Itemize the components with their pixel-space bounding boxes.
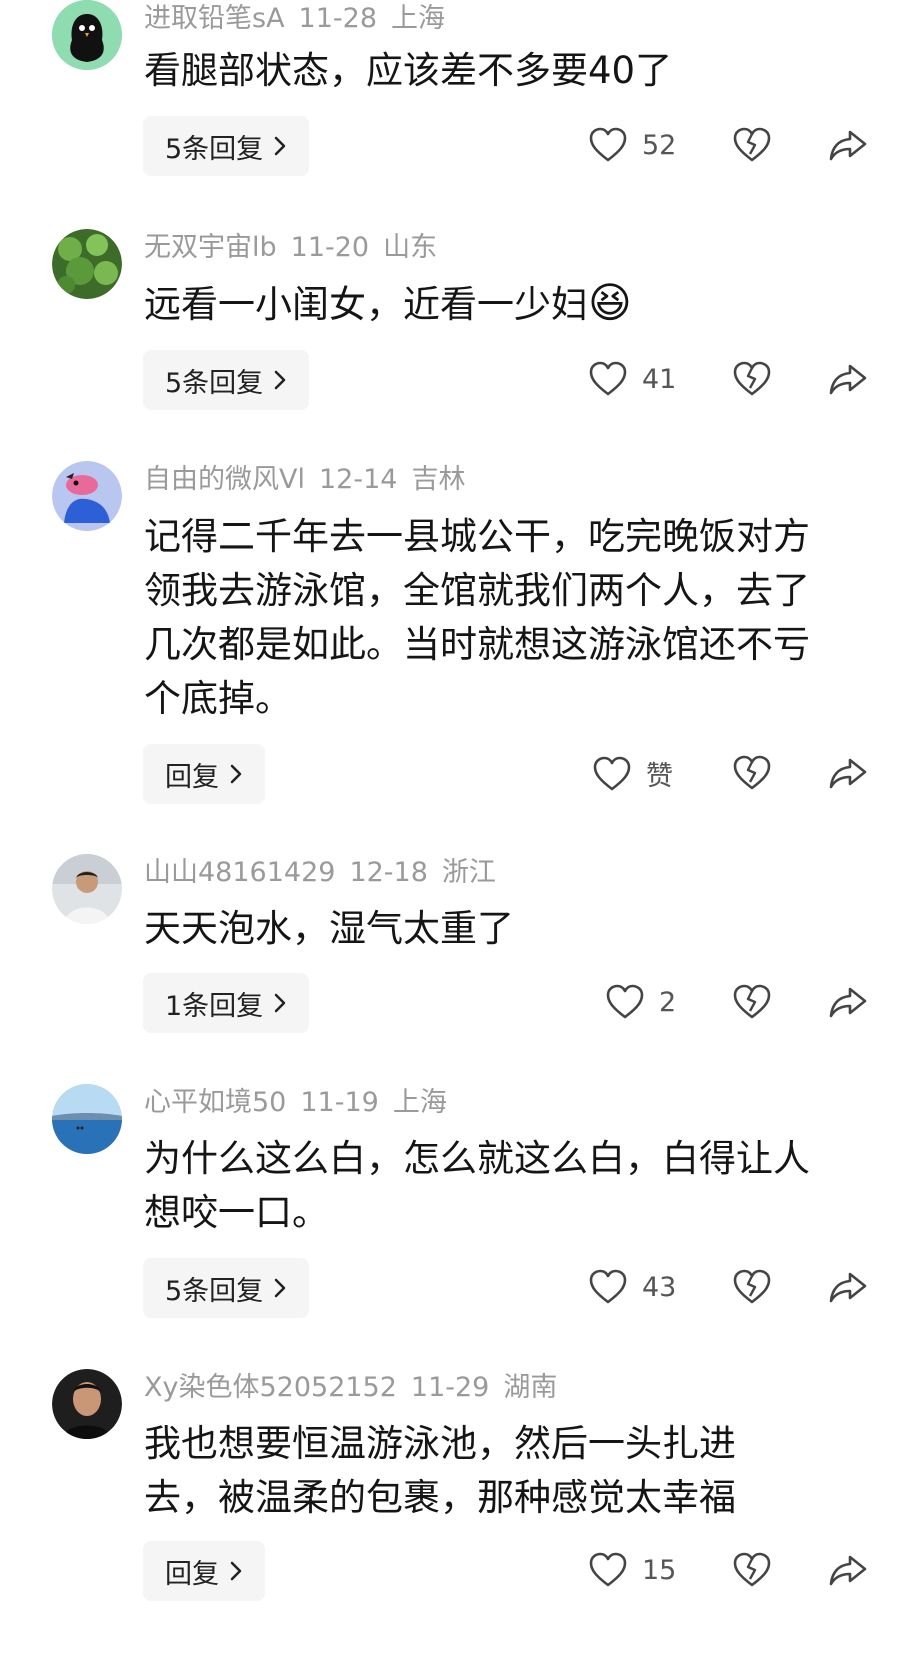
heart-icon xyxy=(588,360,628,398)
comment-meta: 自由的微风Vl 12-14 吉林 xyxy=(144,463,479,497)
avatar[interactable] xyxy=(52,1369,122,1439)
heart-icon xyxy=(605,983,645,1021)
username[interactable]: 无双宇宙lb xyxy=(144,232,277,263)
like-button[interactable]: 15 xyxy=(588,1551,676,1589)
like-count: 52 xyxy=(642,129,677,161)
green-leaves-avatar xyxy=(52,229,122,299)
man-portrait-avatar xyxy=(52,1369,122,1439)
comment-text: 为什么这么白，怎么就这么白，白得让人想咬一口。 xyxy=(144,1137,810,1234)
replies-button[interactable]: 回复 xyxy=(143,1541,265,1601)
comment-location: 上海 xyxy=(392,1087,447,1118)
comment-text: 看腿部状态，应该差不多要40了 xyxy=(144,49,673,92)
replies-label: 5条回复 xyxy=(165,133,264,165)
broken-heart-icon[interactable] xyxy=(732,360,772,398)
comment-date: 12-18 xyxy=(349,857,428,888)
comment-meta: 无双宇宙lb 11-20 山东 xyxy=(144,231,451,265)
comment-text-content: 远看一小闺女，近看一少妇 xyxy=(144,283,588,326)
chevron-right-icon xyxy=(273,1277,287,1299)
replies-button[interactable]: 5条回复 xyxy=(143,350,310,410)
comment-text: 远看一小闺女，近看一少妇😆 xyxy=(144,276,844,332)
replies-label: 回复 xyxy=(165,761,219,793)
username[interactable]: Xy染色体52052152 xyxy=(144,1372,397,1403)
comment-text: 天天泡水，湿气太重了 xyxy=(144,907,514,950)
comment-date: 11-19 xyxy=(300,1087,379,1118)
like-button[interactable]: 43 xyxy=(588,1268,676,1306)
share-icon[interactable] xyxy=(828,126,868,164)
chevron-right-icon xyxy=(229,1560,243,1582)
broken-heart-icon[interactable] xyxy=(732,126,772,164)
share-icon[interactable] xyxy=(828,1268,868,1306)
like-button[interactable]: 2 xyxy=(605,983,676,1021)
black-bird-avatar xyxy=(52,0,122,70)
share-icon[interactable] xyxy=(828,360,868,398)
like-count: 2 xyxy=(659,986,677,1018)
comment-text: 记得二千年去一县城公干，吃完晚饭对方领我去游泳馆，全馆就我们两个人，去了几次都是… xyxy=(144,515,810,720)
chevron-right-icon xyxy=(273,135,287,157)
like-button[interactable]: 赞 xyxy=(592,754,673,793)
username[interactable]: 心平如境50 xyxy=(144,1087,286,1118)
like-count: 赞 xyxy=(646,761,673,792)
replies-label: 5条回复 xyxy=(165,1275,264,1307)
avatar[interactable] xyxy=(52,229,122,299)
like-count: 41 xyxy=(642,363,677,395)
man-photo-avatar xyxy=(52,854,122,924)
cartoon-dino-avatar xyxy=(52,461,122,531)
heart-icon xyxy=(588,1551,628,1589)
replies-button[interactable]: 1条回复 xyxy=(143,973,310,1033)
lake-photo-avatar xyxy=(52,1084,122,1154)
comment-date: 11-20 xyxy=(290,232,370,263)
replies-label: 回复 xyxy=(165,1558,219,1590)
like-count: 15 xyxy=(642,1554,677,1586)
share-icon[interactable] xyxy=(828,754,868,792)
chevron-right-icon xyxy=(229,763,243,785)
replies-label: 1条回复 xyxy=(165,990,264,1022)
comment-location: 上海 xyxy=(391,3,446,34)
like-button[interactable]: 41 xyxy=(588,360,676,398)
comment-text: 我也想要恒温游泳池，然后一头扎进去，被温柔的包裹，那种感觉太幸福 xyxy=(144,1422,736,1519)
laughing-emoji-icon: 😆 xyxy=(588,278,632,327)
avatar[interactable] xyxy=(52,1084,122,1154)
replies-label: 5条回复 xyxy=(165,367,264,399)
broken-heart-icon[interactable] xyxy=(732,983,772,1021)
comment-meta: 进取铅笔sA 11-28 上海 xyxy=(144,2,459,36)
broken-heart-icon[interactable] xyxy=(732,1268,772,1306)
avatar[interactable] xyxy=(52,854,122,924)
heart-icon xyxy=(588,126,628,164)
comment-date: 11-28 xyxy=(298,3,378,34)
comment-location: 浙江 xyxy=(441,857,496,888)
broken-heart-icon[interactable] xyxy=(732,754,772,792)
comment-location: 吉林 xyxy=(411,464,466,495)
heart-icon xyxy=(588,1268,628,1306)
replies-button[interactable]: 回复 xyxy=(143,744,265,804)
username[interactable]: 自由的微风Vl xyxy=(144,464,305,495)
chevron-right-icon xyxy=(273,992,287,1014)
broken-heart-icon[interactable] xyxy=(732,1551,772,1589)
avatar[interactable] xyxy=(52,461,122,531)
comment-date: 11-29 xyxy=(410,1372,490,1403)
share-icon[interactable] xyxy=(828,983,868,1021)
like-count: 43 xyxy=(642,1271,677,1303)
comment-meta: Xy染色体52052152 11-29 湖南 xyxy=(144,1371,571,1405)
replies-button[interactable]: 5条回复 xyxy=(143,116,310,176)
comment-date: 12-14 xyxy=(318,464,398,495)
heart-icon xyxy=(592,755,632,793)
replies-button[interactable]: 5条回复 xyxy=(143,1258,310,1318)
comment-meta: 山山48161429 12-18 浙江 xyxy=(144,856,510,890)
comment-location: 湖南 xyxy=(503,1372,558,1403)
share-icon[interactable] xyxy=(828,1551,868,1589)
chevron-right-icon xyxy=(273,369,287,391)
avatar[interactable] xyxy=(52,0,122,70)
comment-meta: 心平如境50 11-19 上海 xyxy=(144,1086,461,1120)
username[interactable]: 进取铅笔sA xyxy=(144,3,285,34)
comment-location: 山东 xyxy=(383,232,438,263)
like-button[interactable]: 52 xyxy=(588,126,676,164)
username[interactable]: 山山48161429 xyxy=(144,857,335,888)
